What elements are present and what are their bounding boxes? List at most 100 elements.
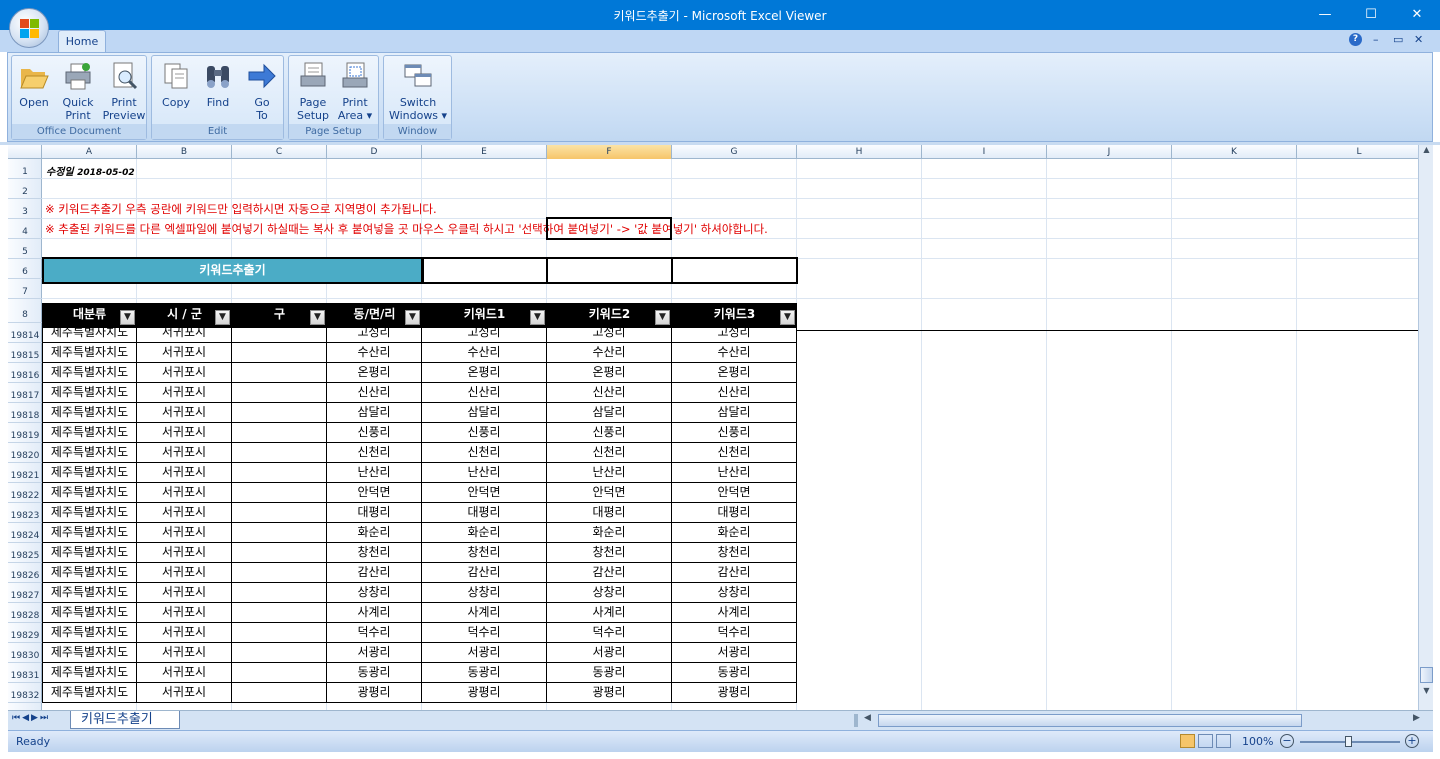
table-cell[interactable]: 상창리 xyxy=(422,583,547,603)
table-cell[interactable] xyxy=(232,363,327,383)
worksheet-grid[interactable]: 수정일 2018-05-02 ※ 키워드추출기 우측 공란에 키워드만 입력하시… xyxy=(42,159,1418,710)
table-cell[interactable] xyxy=(232,503,327,523)
table-cell[interactable] xyxy=(232,343,327,363)
table-cell[interactable] xyxy=(232,683,327,703)
scroll-right-icon[interactable]: ▶ xyxy=(1413,713,1420,723)
table-cell[interactable]: 서광리 xyxy=(327,643,422,663)
table-cell[interactable]: 화순리 xyxy=(547,523,672,543)
table-cell[interactable]: 서귀포시 xyxy=(137,323,232,343)
table-cell[interactable]: 서귀포시 xyxy=(137,383,232,403)
table-cell[interactable]: 제주특별자치도 xyxy=(42,483,137,503)
tab-home[interactable]: Home xyxy=(58,30,106,53)
row-header[interactable]: 19821 xyxy=(8,463,42,483)
table-cell[interactable] xyxy=(232,383,327,403)
row-header[interactable]: 2 xyxy=(8,179,42,199)
table-cell[interactable]: 사계리 xyxy=(672,603,797,623)
table-cell[interactable]: 제주특별자치도 xyxy=(42,683,137,703)
table-cell[interactable]: 서귀포시 xyxy=(137,423,232,443)
table-cell[interactable]: 안덕면 xyxy=(327,483,422,503)
vertical-scroll-thumb[interactable] xyxy=(1420,667,1433,683)
table-cell[interactable]: 제주특별자치도 xyxy=(42,663,137,683)
table-cell[interactable]: 제주특별자치도 xyxy=(42,583,137,603)
table-cell[interactable]: 온평리 xyxy=(327,363,422,383)
column-header-h[interactable]: H xyxy=(797,145,922,159)
column-header-d[interactable]: D xyxy=(327,145,422,159)
row-header[interactable]: 19825 xyxy=(8,543,42,563)
scroll-left-icon[interactable]: ◀ xyxy=(864,713,871,723)
table-cell[interactable] xyxy=(232,603,327,623)
table-cell[interactable]: 제주특별자치도 xyxy=(42,503,137,523)
copy-button[interactable]: Copy xyxy=(158,60,194,109)
column-header-l[interactable]: L xyxy=(1297,145,1422,159)
table-cell[interactable]: 서귀포시 xyxy=(137,583,232,603)
horizontal-scroll-thumb[interactable] xyxy=(878,714,1302,727)
table-cell[interactable]: 난산리 xyxy=(327,463,422,483)
row-header[interactable]: 19827 xyxy=(8,583,42,603)
table-cell[interactable]: 제주특별자치도 xyxy=(42,623,137,643)
office-button[interactable] xyxy=(9,8,49,48)
table-cell[interactable]: 대평리 xyxy=(672,503,797,523)
table-cell[interactable]: 제주특별자치도 xyxy=(42,463,137,483)
row-header[interactable]: 19832 xyxy=(8,683,42,703)
table-cell[interactable]: 신천리 xyxy=(327,443,422,463)
normal-view-icon[interactable] xyxy=(1180,734,1195,748)
table-cell[interactable]: 삼달리 xyxy=(547,403,672,423)
table-cell[interactable]: 삼달리 xyxy=(422,403,547,423)
table-cell[interactable] xyxy=(232,583,327,603)
row-header[interactable]: 19829 xyxy=(8,623,42,643)
row-header[interactable]: 19815 xyxy=(8,343,42,363)
table-cell[interactable] xyxy=(232,443,327,463)
table-cell[interactable]: 감산리 xyxy=(422,563,547,583)
scroll-down-icon[interactable]: ▼ xyxy=(1420,686,1433,698)
page-break-view-icon[interactable] xyxy=(1216,734,1231,748)
table-cell[interactable]: 광평리 xyxy=(422,683,547,703)
table-cell[interactable]: 광평리 xyxy=(672,683,797,703)
print-preview-button[interactable]: Print Preview xyxy=(102,60,146,122)
row-header[interactable]: 19824 xyxy=(8,523,42,543)
table-cell[interactable]: 대평리 xyxy=(422,503,547,523)
table-cell[interactable]: 삼달리 xyxy=(672,403,797,423)
table-cell[interactable]: 서귀포시 xyxy=(137,623,232,643)
table-cell[interactable]: 안덕면 xyxy=(422,483,547,503)
ribbon-restore-icon[interactable]: ▭ xyxy=(1393,33,1403,46)
table-cell[interactable]: 서귀포시 xyxy=(137,343,232,363)
table-cell[interactable]: 서귀포시 xyxy=(137,363,232,383)
row-header[interactable]: 19828 xyxy=(8,603,42,623)
input-box-3[interactable] xyxy=(671,257,798,284)
table-cell[interactable] xyxy=(232,463,327,483)
table-cell[interactable]: 창천리 xyxy=(672,543,797,563)
table-cell[interactable]: 대평리 xyxy=(547,503,672,523)
table-cell[interactable]: 서귀포시 xyxy=(137,443,232,463)
table-cell[interactable]: 온평리 xyxy=(547,363,672,383)
table-cell[interactable]: 서귀포시 xyxy=(137,643,232,663)
table-cell[interactable]: 서귀포시 xyxy=(137,603,232,623)
table-cell[interactable]: 신산리 xyxy=(547,383,672,403)
table-cell[interactable]: 난산리 xyxy=(672,463,797,483)
table-cell[interactable]: 수산리 xyxy=(327,343,422,363)
column-header-c[interactable]: C xyxy=(232,145,327,159)
table-cell[interactable]: 덕수리 xyxy=(422,623,547,643)
row-header[interactable]: 19826 xyxy=(8,563,42,583)
table-cell[interactable]: 동광리 xyxy=(327,663,422,683)
help-icon[interactable]: ? xyxy=(1349,33,1362,46)
table-cell[interactable]: 덕수리 xyxy=(672,623,797,643)
table-cell[interactable]: 신산리 xyxy=(327,383,422,403)
table-cell[interactable]: 서귀포시 xyxy=(137,543,232,563)
row-header[interactable]: 19830 xyxy=(8,643,42,663)
table-cell[interactable]: 온평리 xyxy=(422,363,547,383)
row-header[interactable]: 19814 xyxy=(8,323,42,343)
column-header-a[interactable]: A xyxy=(42,145,137,159)
table-cell[interactable]: 제주특별자치도 xyxy=(42,323,137,343)
table-cell[interactable]: 화순리 xyxy=(422,523,547,543)
table-cell[interactable]: 상창리 xyxy=(672,583,797,603)
table-cell[interactable] xyxy=(232,483,327,503)
table-cell[interactable]: 상창리 xyxy=(327,583,422,603)
column-header-f[interactable]: F xyxy=(547,145,672,159)
table-cell[interactable]: 동광리 xyxy=(422,663,547,683)
table-cell[interactable]: 동광리 xyxy=(547,663,672,683)
sheet-nav-arrows-icon[interactable]: ⏮◀▶⏭ xyxy=(12,713,50,723)
table-cell[interactable]: 서광리 xyxy=(672,643,797,663)
row-header[interactable]: 19819 xyxy=(8,423,42,443)
table-cell[interactable]: 사계리 xyxy=(547,603,672,623)
table-cell[interactable]: 제주특별자치도 xyxy=(42,383,137,403)
